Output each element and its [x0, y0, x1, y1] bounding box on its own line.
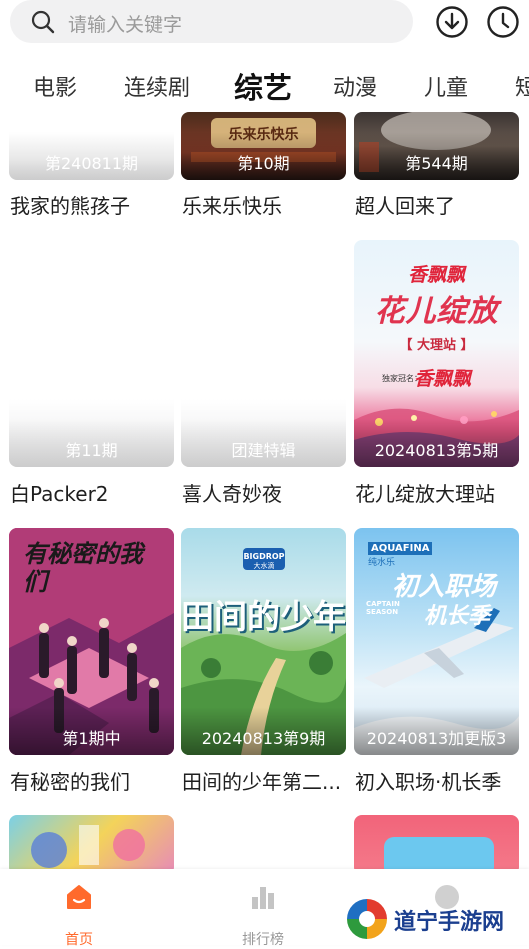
episode-label: 20240813第9期 [201, 729, 326, 748]
poster-brand-sub: 纯水乐 [368, 558, 396, 568]
home-icon [67, 885, 91, 909]
episode-label: 第1期中 [62, 729, 121, 748]
video-title: 花儿绽放大理站 [355, 482, 495, 506]
poster-title-2: 机长季 [424, 604, 491, 629]
top-bar: 请输入关键字 [0, 0, 529, 52]
episode-label: 第11期 [65, 441, 118, 460]
nav-home-label: 首页 [65, 932, 93, 948]
watermark: 道宁手游网 [343, 893, 523, 945]
video-thumbnail: 团建特辑 [181, 240, 346, 467]
episode-label: 20240813加更版3 [366, 729, 507, 748]
video-thumbnail: 第11期 [9, 240, 174, 467]
video-thumbnail: 第544期 [354, 112, 519, 180]
video-title: 喜人奇妙夜 [182, 482, 282, 506]
poster-brand-sub: 大水滴 [253, 562, 275, 570]
category-tabs: 电影 连续剧 综艺 动漫 儿童 短 [0, 60, 529, 112]
bar-chart-icon [252, 887, 274, 909]
poster-brand: 香飘飘 [407, 264, 465, 286]
poster-image [31, 825, 145, 868]
video-title: 超人回来了 [355, 194, 455, 218]
video-title: 乐来乐快乐 [182, 194, 282, 218]
download-icon[interactable] [435, 5, 469, 39]
video-thumbnail: 有秘密的我们 第1期中 [9, 528, 174, 755]
video-thumbnail: 乐来乐快乐 第10期 [181, 112, 346, 180]
watermark-text: 道宁手游网 [394, 910, 505, 935]
episode-label: 团建特辑 [231, 441, 296, 460]
poster-title: 花儿绽放 [374, 294, 499, 329]
video-thumbnail: BIGDROP 大水滴 田间的少年 20240813第9期 [181, 528, 346, 755]
video-thumbnail: 第240811期 [9, 112, 174, 180]
tab-kids[interactable]: 儿童 [424, 70, 468, 102]
poster-title: 有秘密的我们 [23, 540, 143, 596]
tab-anime[interactable]: 动漫 [333, 70, 377, 102]
tab-series[interactable]: 连续剧 [124, 70, 190, 102]
watermark-logo-icon [345, 897, 389, 941]
poster-sponsor: 香飘飘 [414, 368, 472, 390]
video-title: 白Packer2 [10, 482, 109, 506]
poster-brand: BIGDROP [243, 552, 285, 561]
video-title: 田间的少年第二... [182, 770, 342, 794]
video-title: 初入职场·机长季 [355, 770, 502, 794]
tab-variety[interactable]: 综艺 [234, 65, 292, 107]
video-thumbnail [354, 815, 519, 869]
episode-label: 第10期 [237, 154, 290, 173]
video-title: 我家的熊孩子 [10, 194, 130, 218]
poster-subtitle: 【 大理站 】 [399, 338, 474, 353]
tab-short[interactable]: 短 [515, 70, 529, 102]
poster-brand: AQUAFINA [368, 542, 433, 555]
video-title: 有秘密的我们 [10, 770, 130, 794]
video-thumbnail: 香飘飘 花儿绽放 【 大理站 】 独家冠名： 香飘飘 20240813第5期 [354, 240, 519, 467]
poster-subtitle: CAPTAIN SEASON [366, 600, 400, 616]
poster-title: 田间的少年 [181, 597, 346, 636]
history-clock-icon[interactable] [486, 5, 520, 39]
search-input[interactable]: 请输入关键字 [10, 0, 413, 43]
video-thumbnail [9, 815, 174, 869]
nav-ranking-label: 排行榜 [242, 932, 284, 948]
episode-label: 第240811期 [44, 154, 139, 173]
episode-label: 第544期 [405, 154, 468, 173]
video-thumbnail: AQUAFINA 纯水乐 初入职场 机长季 CAPTAIN SEASON 202… [354, 528, 519, 755]
poster-image [384, 837, 494, 869]
content-grid: 第240811期 我家的熊孩子 乐来乐快乐 第10期 乐来乐快乐 第544期 超… [0, 112, 529, 869]
tab-movie[interactable]: 电影 [33, 70, 77, 102]
search-placeholder: 请输入关键字 [68, 14, 183, 36]
search-icon [31, 10, 55, 34]
episode-label: 20240813第5期 [374, 441, 499, 460]
